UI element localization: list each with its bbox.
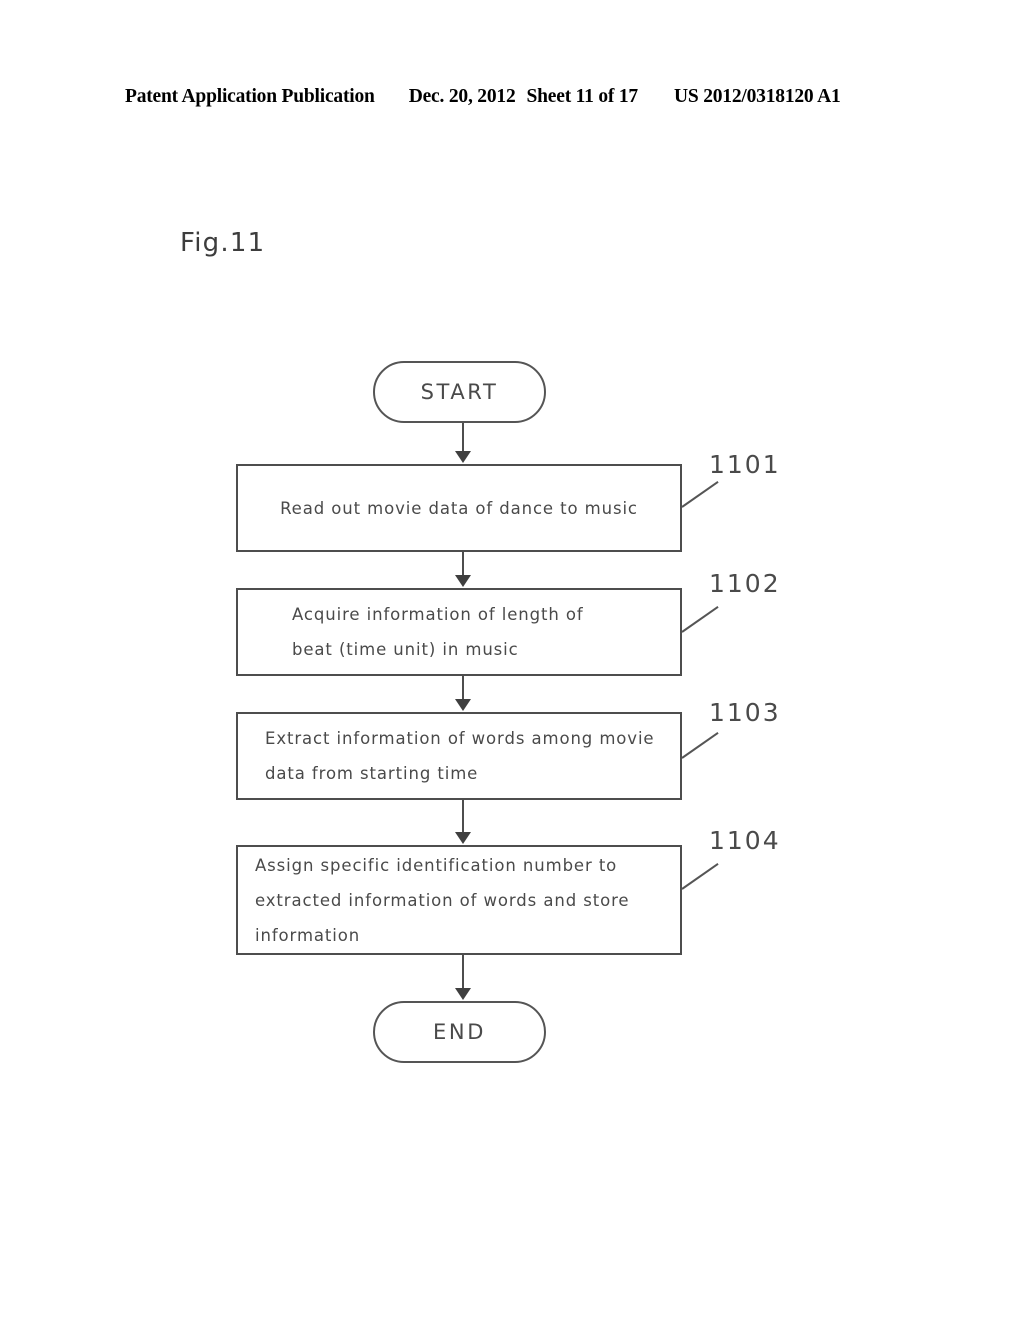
start-terminal-label: START	[420, 380, 499, 404]
arrowhead-to-1101	[455, 451, 471, 463]
arrowhead-to-end	[455, 988, 471, 1000]
end-terminal-label: END	[433, 1020, 486, 1044]
connector-1101-to-1102	[462, 552, 464, 577]
arrowhead-to-1102	[455, 575, 471, 587]
process-1103-line-1: Extract information of words among movie	[265, 729, 655, 748]
leader-line-1101	[681, 480, 719, 508]
connector-start-to-1101	[462, 423, 464, 453]
connector-1104-to-end	[462, 955, 464, 989]
process-1104-line-3: information	[255, 925, 361, 945]
process-1102-line-1: Acquire information of length of	[292, 605, 584, 624]
flowchart-start-terminal: START	[373, 361, 546, 423]
process-1103-line-2: data from starting time	[265, 764, 479, 783]
arrowhead-to-1104	[455, 832, 471, 844]
flowchart: START Read out movie data of dance to mu…	[0, 0, 1024, 1320]
connector-1103-to-1104	[462, 800, 464, 833]
process-1101-line-1: Read out movie data of dance to music	[280, 498, 638, 518]
process-box-1101: Read out movie data of dance to music	[236, 464, 682, 552]
flowchart-end-terminal: END	[373, 1001, 546, 1063]
process-box-1103: Extract information of words among movie…	[236, 712, 682, 800]
process-box-1102: Acquire information of length of beat (t…	[236, 588, 682, 676]
process-box-1104: Assign specific identification number to…	[236, 845, 682, 955]
leader-line-1104	[681, 862, 719, 890]
process-1104-line-1: Assign specific identification number to	[255, 855, 618, 875]
leader-line-1103	[681, 731, 719, 759]
reference-numeral-1102: 1102	[709, 569, 781, 598]
process-1104-line-2: extracted information of words and store	[255, 890, 630, 910]
connector-1102-to-1103	[462, 676, 464, 701]
reference-numeral-1101: 1101	[709, 450, 781, 479]
leader-line-1102	[681, 605, 719, 633]
reference-numeral-1103: 1103	[709, 698, 781, 727]
arrowhead-to-1103	[455, 699, 471, 711]
reference-numeral-1104: 1104	[709, 826, 781, 855]
process-1102-line-2: beat (time unit) in music	[292, 640, 519, 659]
